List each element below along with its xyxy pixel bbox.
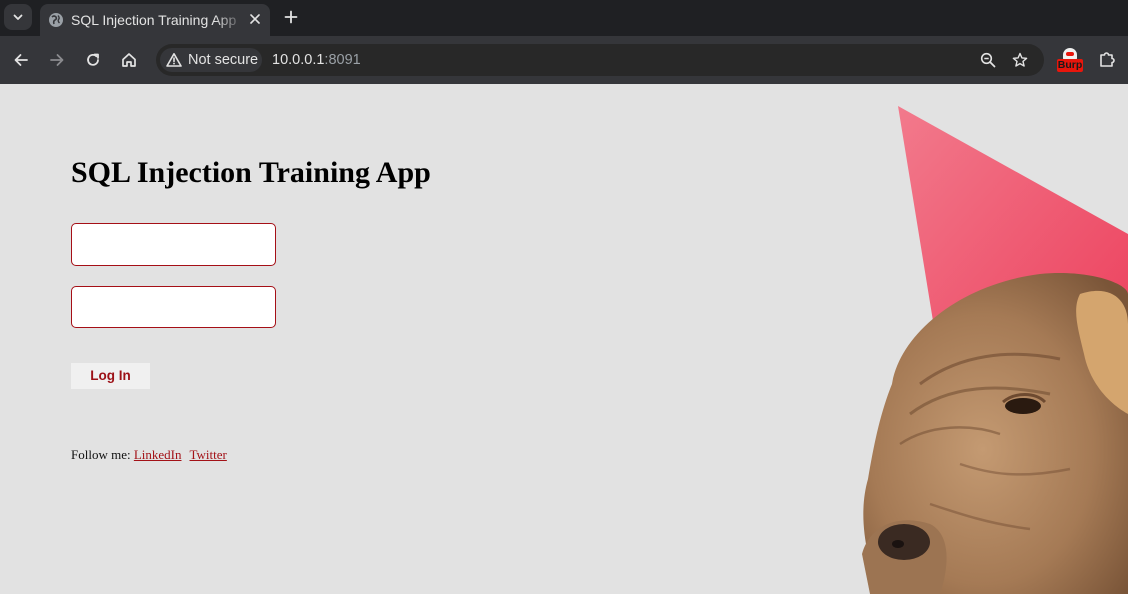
puzzle-icon: [1100, 52, 1115, 67]
tab-close-button[interactable]: [245, 9, 265, 29]
twitter-link[interactable]: Twitter: [190, 447, 227, 462]
reload-button[interactable]: [81, 48, 105, 72]
burp-badge: Burp: [1057, 59, 1083, 72]
extensions-button[interactable]: [1096, 48, 1118, 70]
username-field[interactable]: [71, 223, 276, 266]
tab-search-button[interactable]: [4, 4, 32, 30]
security-label: Not secure: [188, 52, 259, 68]
browser-toolbar: Not secure 10.0.0.1:8091 Burp: [0, 36, 1128, 84]
arrow-right-icon: [50, 54, 64, 66]
forward-button[interactable]: [45, 48, 69, 72]
security-indicator[interactable]: Not secure: [160, 48, 262, 72]
chevron-down-icon: [13, 14, 23, 20]
login-button[interactable]: Log In: [71, 363, 150, 389]
tab-strip: SQL Injection Training App: [0, 0, 1128, 36]
url-text[interactable]: 10.0.0.1:8091: [272, 50, 361, 70]
back-button[interactable]: [9, 48, 33, 72]
follow-label: Follow me:: [71, 447, 131, 462]
warning-icon: [166, 53, 182, 67]
close-icon: [250, 14, 260, 24]
reload-icon: [87, 53, 99, 66]
url-port: :8091: [324, 52, 361, 68]
active-tab[interactable]: SQL Injection Training App: [40, 4, 270, 36]
party-dog-image: [862, 106, 1128, 594]
home-icon: [122, 53, 136, 67]
globe-icon: [49, 13, 63, 27]
plus-icon: [284, 10, 298, 24]
new-tab-button[interactable]: [279, 5, 303, 29]
arrow-left-icon: [14, 54, 28, 66]
url-host: 10.0.0.1: [272, 52, 325, 68]
password-field[interactable]: [71, 286, 276, 328]
web-page: SQL Injection Training App Log In Follow…: [0, 84, 1128, 594]
zoom-button[interactable]: [978, 50, 998, 70]
zoom-out-icon: [980, 52, 996, 68]
address-bar[interactable]: Not secure 10.0.0.1:8091: [156, 44, 1044, 76]
follow-links: Follow me: LinkedIn Twitter: [71, 447, 227, 463]
dog-eye: [1005, 398, 1041, 414]
bookmark-button[interactable]: [1010, 50, 1030, 70]
star-icon: [1012, 52, 1028, 67]
page-title: SQL Injection Training App: [71, 156, 431, 189]
dog-nose: [878, 524, 930, 560]
linkedin-link[interactable]: LinkedIn: [134, 447, 182, 462]
home-button[interactable]: [117, 48, 141, 72]
burp-extension-button[interactable]: Burp: [1054, 46, 1084, 74]
